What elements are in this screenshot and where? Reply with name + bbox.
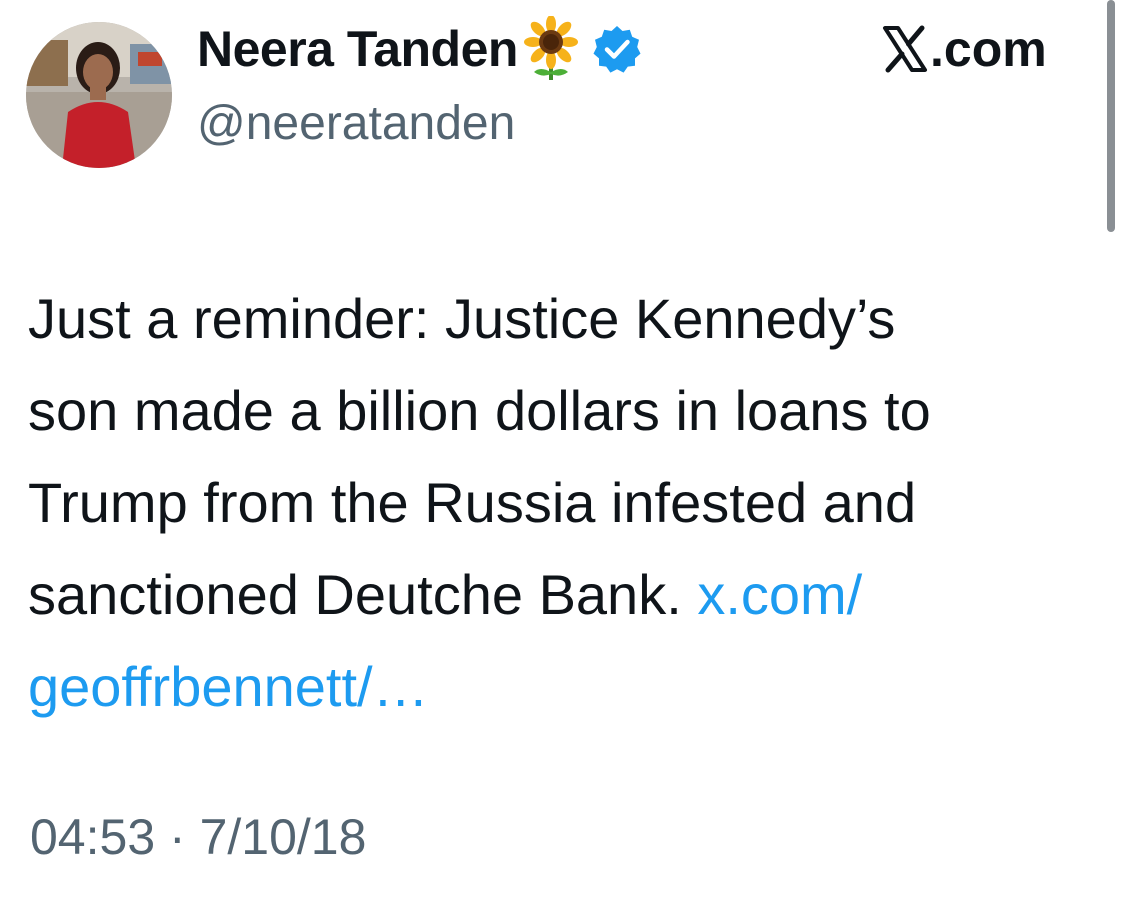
author-name-row: Neera Tanden	[197, 14, 642, 84]
sunflower-icon	[522, 15, 580, 82]
tweet-text-line: Just a reminder: Justice Kennedy’s	[28, 287, 896, 350]
tweet-time: 04:53	[30, 809, 156, 865]
avatar-image	[26, 22, 172, 168]
timestamp-separator: ·	[155, 809, 200, 865]
x-logo-icon	[882, 25, 928, 73]
tweet-text-fragment: sanctioned Deutche Bank.	[28, 563, 698, 626]
author-handle[interactable]: @neeratanden	[197, 96, 515, 151]
tweet-timestamp[interactable]: 04:53 · 7/10/18	[30, 808, 366, 866]
tweet-text-line: Trump from the Russia infested and	[28, 471, 917, 534]
brand-domain-text: .com	[930, 21, 1047, 77]
profile-avatar[interactable]	[26, 22, 172, 168]
tweet-link[interactable]: x.com/	[697, 563, 862, 626]
tweet-link-continuation[interactable]: geoffrbennett/…	[28, 655, 429, 718]
tweet-text-line-with-link: sanctioned Deutche Bank. x.com/	[28, 549, 1108, 641]
verified-badge-icon[interactable]	[592, 24, 642, 74]
scrollbar-thumb[interactable]	[1107, 0, 1115, 232]
tweet-text-line: son made a billion dollars in loans to	[28, 379, 931, 442]
x-brand-label: .com	[882, 14, 1047, 84]
author-display-name[interactable]: Neera Tanden	[197, 20, 518, 78]
tweet-link-continuation-line: geoffrbennett/…	[28, 641, 1108, 733]
tweet-text: Just a reminder: Justice Kennedy’s son m…	[28, 273, 1108, 733]
tweet-date: 7/10/18	[199, 809, 367, 865]
